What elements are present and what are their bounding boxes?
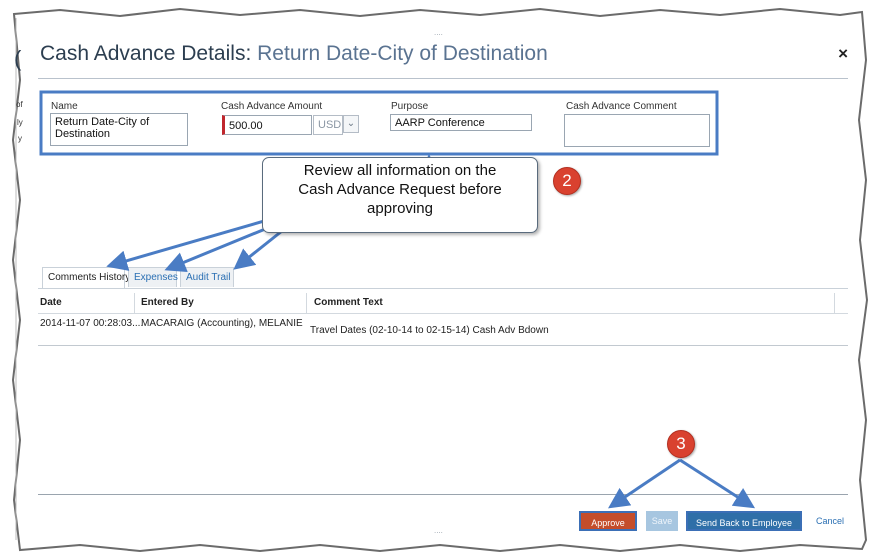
cash-advance-comment-field[interactable] [564,114,710,147]
name-field[interactable]: Return Date-City of Destination [50,113,188,146]
dialog-title: Cash Advance Details: Return Date-City o… [40,42,548,66]
save-button[interactable]: Save [646,511,678,531]
left-edge-fragment-1: ( [14,46,22,71]
cash-advance-comment-label: Cash Advance Comment [566,101,677,112]
currency-select[interactable]: USD [313,115,343,135]
footer-divider [38,494,848,495]
purpose-field[interactable]: AARP Conference [390,114,532,131]
left-edge-fragment-2: of [16,100,23,109]
step-3-badge: 3 [667,430,695,458]
column-header-date[interactable]: Date [40,297,62,308]
approve-button[interactable]: Approve [579,511,637,531]
cash-advance-details-dialog: .... Cash Advance Details: Return Date-C… [30,28,856,536]
cell-entered-by: MACARAIG (Accounting), MELANIE [141,318,303,329]
review-callout: Review all information on the Cash Advan… [262,157,538,233]
name-value-line-2: Destination [55,128,111,140]
purpose-label: Purpose [391,101,429,112]
column-header-comment-text[interactable]: Comment Text [314,297,383,308]
callout-line-3: approving [367,200,433,217]
left-edge-fragment-4: y [18,134,22,143]
name-value-line-1: Return Date-City of [55,116,150,128]
cash-advance-amount-label: Cash Advance Amount [221,101,323,112]
step-2-badge: 2 [553,167,581,195]
dialog-title-sub: Return Date-City of Destination [257,42,548,65]
callout-line-2: Cash Advance Request before [298,181,502,198]
close-icon[interactable]: × [838,44,848,64]
bottom-resize-handle[interactable]: .... [434,526,443,535]
column-divider[interactable] [834,293,835,313]
send-back-to-employee-button[interactable]: Send Back to Employee [686,511,802,531]
table-row[interactable]: 2014-11-07 00:28:03.... MACARAIG (Accoun… [38,315,848,346]
name-label: Name [51,101,78,112]
chevron-down-icon[interactable]: ⌄ [343,115,359,133]
tab-divider [38,288,848,289]
callout-line-1: Review all information on the [303,162,497,179]
tab-expenses[interactable]: Expenses [128,267,178,287]
top-resize-handle[interactable]: .... [434,28,443,37]
comments-grid-header: Date Entered By Comment Text [38,293,848,314]
column-header-entered-by[interactable]: Entered By [141,297,194,308]
column-divider[interactable] [306,293,307,313]
column-divider[interactable] [134,293,135,313]
cell-date: 2014-11-07 00:28:03.... [40,318,144,329]
title-divider [38,78,848,79]
cancel-button[interactable]: Cancel [810,511,850,531]
cell-comment-text: Travel Dates (02-10-14 to 02-15-14) Cash… [310,325,549,336]
cash-advance-amount-field[interactable]: 500.00 [222,115,312,135]
tab-comments-history[interactable]: Comments History [42,267,130,289]
dialog-title-main: Cash Advance Details: [40,42,252,65]
left-edge-fragment-3: ly [17,118,23,127]
tab-audit-trail[interactable]: Audit Trail [180,267,234,287]
